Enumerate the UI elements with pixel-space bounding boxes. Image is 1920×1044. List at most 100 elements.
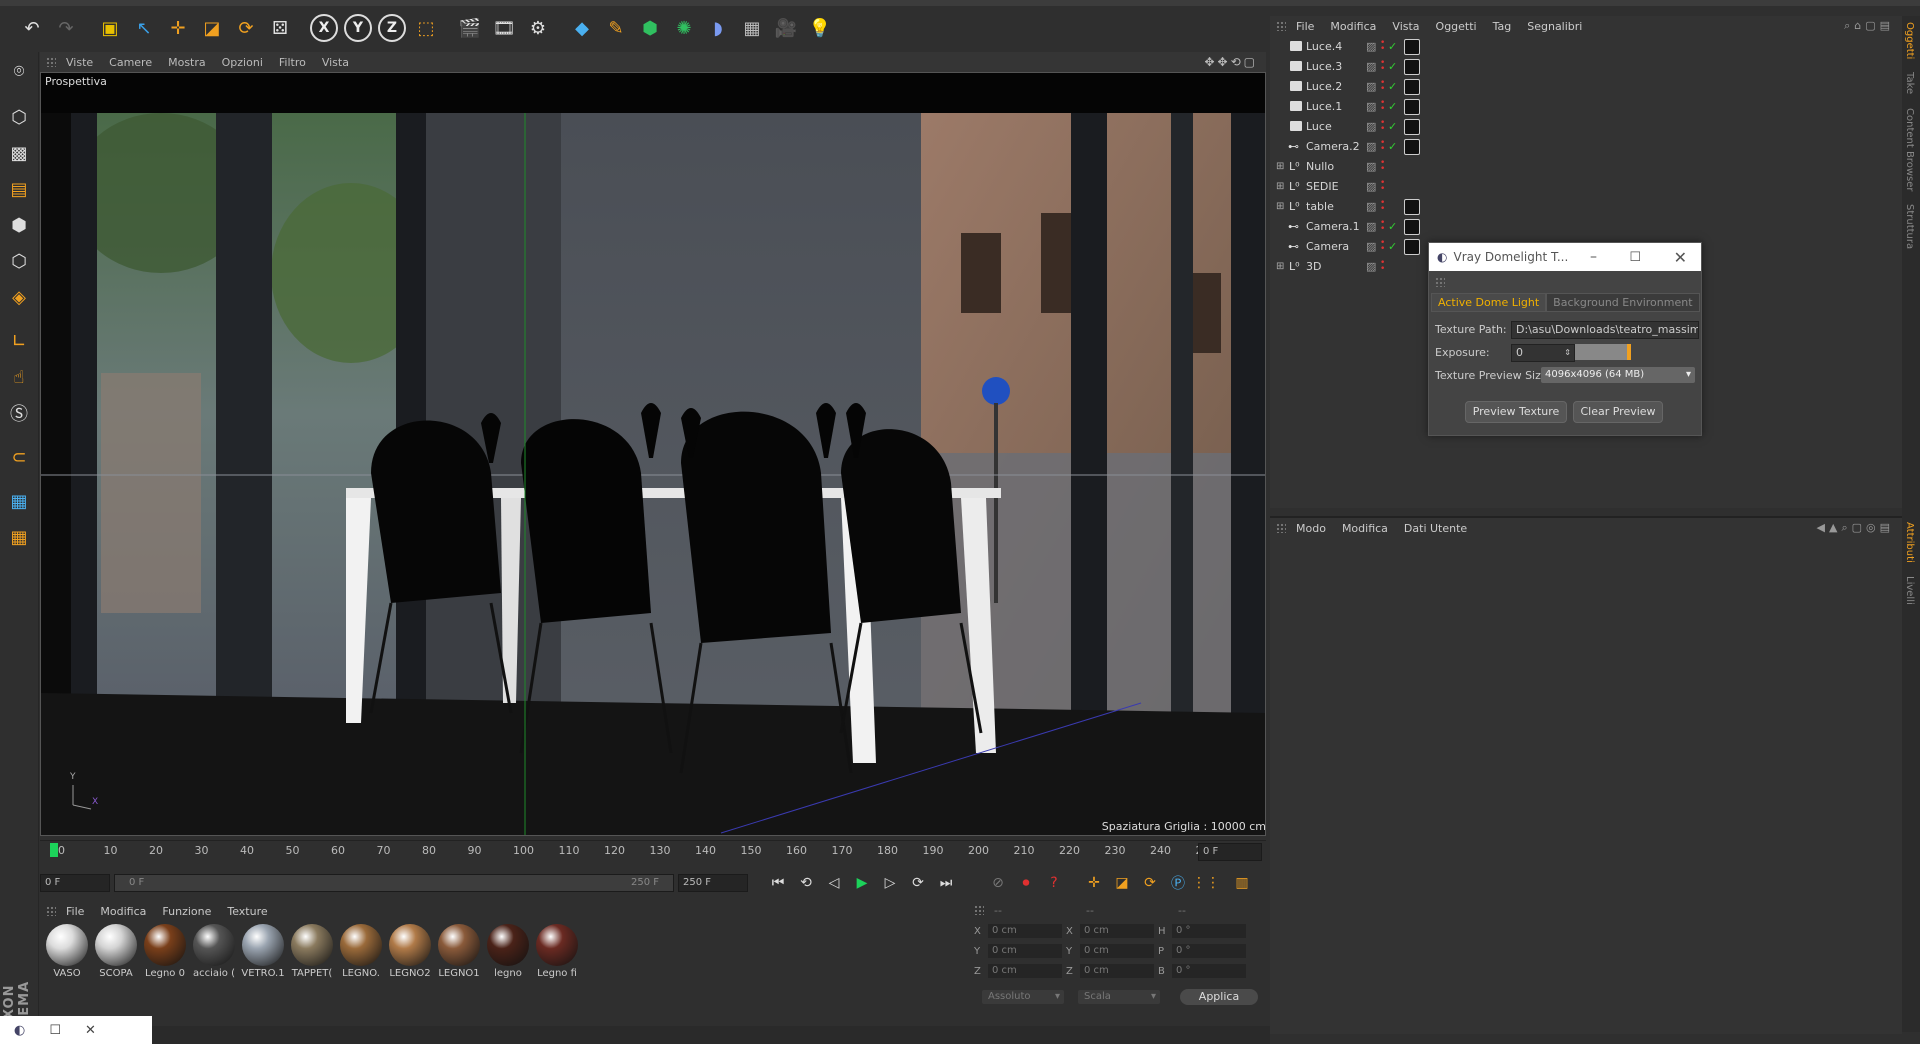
motion-record-icon[interactable]: ⊘	[986, 871, 1010, 895]
points-mode-icon[interactable]: ⬢	[2, 208, 36, 242]
layer-toggle-icon[interactable]: ▨	[1366, 200, 1376, 213]
minimized-window-bar[interactable]: ◐ ☐ ✕	[0, 1016, 152, 1044]
coord-value-field[interactable]: 0 °	[1172, 964, 1246, 978]
z-axis-button[interactable]: Z	[376, 11, 408, 45]
timeline-ruler[interactable]: 0 10 20 30 40 50 60 70 80 90 100 110 120 130 140 150 160…	[40, 840, 1266, 863]
layer-toggle-icon[interactable]: ▨	[1366, 180, 1376, 193]
floor-icon[interactable]: ▦	[736, 11, 768, 45]
material-menu-file[interactable]: File	[66, 905, 84, 918]
close-icon[interactable]: ✕	[85, 1023, 96, 1038]
dialog-titlebar[interactable]: ◐ Vray Domelight T... – ☐ ✕	[1429, 243, 1701, 271]
material-swatch[interactable]: SCOPA	[93, 924, 139, 979]
attribute-menu-modifica[interactable]: Modifica	[1342, 522, 1388, 535]
layer-toggle-icon[interactable]: ▨	[1366, 60, 1376, 73]
visibility-dots-icon[interactable]: • •	[1380, 79, 1385, 94]
range-slider[interactable]: 0 F 250 F	[114, 874, 674, 892]
tag-icon[interactable]	[1404, 239, 1420, 255]
viewport-menu-mostra[interactable]: Mostra	[168, 56, 206, 69]
object-row[interactable]: Luce ▨ • • ✓	[1270, 116, 1902, 136]
snap-icon[interactable]: ⊂	[2, 440, 36, 474]
render-view-icon[interactable]: 🎬	[454, 11, 486, 45]
exposure-slider-handle[interactable]	[1627, 344, 1631, 360]
go-to-start-icon[interactable]: ⏮	[766, 871, 790, 895]
undo-icon[interactable]: ↶	[16, 11, 48, 45]
enabled-check-icon[interactable]: ✓	[1388, 240, 1397, 253]
model-mode-icon[interactable]: ⬡	[2, 100, 36, 134]
layer-toggle-icon[interactable]: ▨	[1366, 260, 1376, 273]
enabled-check-icon[interactable]: ✓	[1388, 100, 1397, 113]
enabled-check-icon[interactable]: ✓	[1388, 80, 1397, 93]
pen-spline-icon[interactable]: ✎	[600, 11, 632, 45]
object-row[interactable]: ⊞ L⁰ Nullo ▨ • •	[1270, 156, 1902, 176]
key-pla-icon[interactable]: ⋮⋮	[1192, 871, 1220, 895]
scale-icon[interactable]: ◪	[196, 11, 228, 45]
viewport-menu-camere[interactable]: Camere	[109, 56, 152, 69]
play-icon[interactable]: ▶	[850, 871, 874, 895]
object-row[interactable]: ⊷ Camera.1 ▨ • • ✓	[1270, 216, 1902, 236]
coord-mode-dropdown[interactable]: Assoluto ▾	[982, 990, 1064, 1004]
material-menu-texture[interactable]: Texture	[227, 905, 267, 918]
material-swatch[interactable]: VASO	[44, 924, 90, 979]
start-frame-field[interactable]: 0 F	[40, 874, 110, 892]
tag-icon[interactable]	[1404, 99, 1420, 115]
current-frame-field[interactable]: 0 F	[1198, 843, 1262, 861]
exposure-slider[interactable]	[1575, 344, 1695, 360]
tab-background-environment[interactable]: Background Environment	[1546, 293, 1700, 312]
subdivision-icon[interactable]: ⬢	[634, 11, 666, 45]
layer-toggle-icon[interactable]: ▨	[1366, 40, 1376, 53]
tag-icon[interactable]	[1404, 39, 1420, 55]
minimize-icon[interactable]: –	[1590, 249, 1597, 265]
enabled-check-icon[interactable]: ✓	[1388, 60, 1397, 73]
material-menu-funzione[interactable]: Funzione	[162, 905, 211, 918]
material-swatch[interactable]: VETRO.1	[240, 924, 286, 979]
polygons-mode-icon[interactable]: ◈	[2, 280, 36, 314]
tab-active-dome-light[interactable]: Active Dome Light	[1431, 293, 1547, 312]
close-icon[interactable]: ✕	[1674, 248, 1687, 267]
expand-icon[interactable]: ⊞	[1276, 181, 1284, 192]
attribute-grip[interactable]	[1276, 523, 1286, 533]
visibility-dots-icon[interactable]: • •	[1380, 259, 1385, 274]
tag-icon[interactable]	[1404, 79, 1420, 95]
coords-grip[interactable]	[974, 905, 984, 915]
expand-icon[interactable]: ⊞	[1276, 161, 1284, 172]
material-swatch[interactable]: legno	[485, 924, 531, 979]
object-menu-segnalibri[interactable]: Segnalibri	[1527, 20, 1582, 33]
render-settings-icon[interactable]: ⚙	[522, 11, 554, 45]
layer-toggle-icon[interactable]: ▨	[1366, 160, 1376, 173]
expand-icon[interactable]: ⊞	[1276, 201, 1284, 212]
light-icon[interactable]: 💡	[804, 11, 836, 45]
tab-take[interactable]: Take	[1904, 72, 1915, 94]
viewport-menu-filtro[interactable]: Filtro	[279, 56, 306, 69]
object-row[interactable]: Luce.2 ▨ • • ✓	[1270, 76, 1902, 96]
layer-toggle-icon[interactable]: ▨	[1366, 220, 1376, 233]
object-menu-file[interactable]: File	[1296, 20, 1314, 33]
camera-icon[interactable]: 🎥	[770, 11, 802, 45]
tweak-mode-icon[interactable]: ☝	[2, 360, 36, 394]
layer-toggle-icon[interactable]: ▨	[1366, 140, 1376, 153]
move-icon[interactable]: ✛	[162, 11, 194, 45]
tab-attributi[interactable]: Attributi	[1904, 522, 1915, 563]
enabled-check-icon[interactable]: ✓	[1388, 40, 1397, 53]
recent-tools-icon[interactable]: ⚄	[264, 11, 296, 45]
edges-mode-icon[interactable]: ⬡	[2, 244, 36, 278]
tag-icon[interactable]	[1404, 219, 1420, 235]
viewport[interactable]	[40, 72, 1266, 836]
object-row[interactable]: ⊞ L⁰ table ▨ • •	[1270, 196, 1902, 216]
enabled-check-icon[interactable]: ✓	[1388, 140, 1397, 153]
layer-toggle-icon[interactable]: ▨	[1366, 120, 1376, 133]
material-swatch[interactable]: LEGNO.	[338, 924, 384, 979]
object-menu-modifica[interactable]: Modifica	[1330, 20, 1376, 33]
maximize-icon[interactable]: ☐	[1629, 250, 1641, 265]
visibility-dots-icon[interactable]: • •	[1380, 239, 1385, 254]
tab-oggetti[interactable]: Oggetti	[1904, 22, 1915, 59]
attribute-menu-modo[interactable]: Modo	[1296, 522, 1326, 535]
material-menu-modifica[interactable]: Modifica	[100, 905, 146, 918]
live-select-icon[interactable]: ↖	[128, 11, 160, 45]
material-swatch[interactable]: Legno 0	[142, 924, 188, 979]
tab-struttura[interactable]: Struttura	[1904, 204, 1915, 249]
preview-size-dropdown[interactable]: 4096x4096 (64 MB) ▾	[1541, 367, 1695, 383]
object-toolbar-icons[interactable]: ⌕⌂▢▤	[1844, 19, 1894, 33]
coordinate-system-icon[interactable]: ⬚	[410, 11, 442, 45]
object-menu-tag[interactable]: Tag	[1493, 20, 1512, 33]
texture-mode-icon[interactable]: ▩	[2, 136, 36, 170]
